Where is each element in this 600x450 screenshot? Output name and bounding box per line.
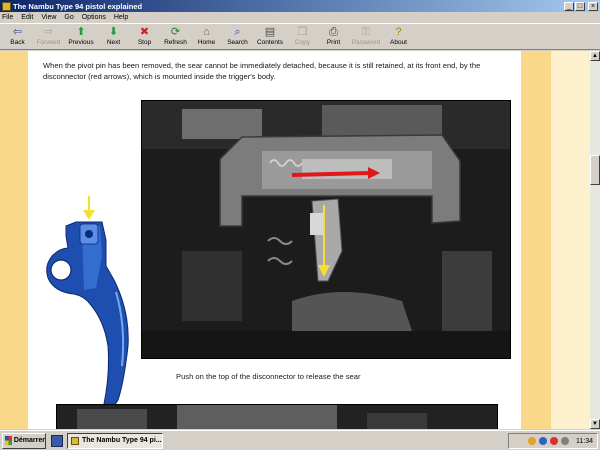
taskbar: Démarrer The Nambu Type 94 pi... 11:34 [0,430,600,450]
help-book-icon [71,436,79,445]
scroll-thumb[interactable] [590,155,600,185]
stop-button[interactable]: ✖ Stop [129,24,160,50]
window-title: The Nambu Type 94 pistol explained [13,1,143,11]
forward-label: Forward [36,39,61,46]
minimize-button[interactable]: _ [564,1,574,11]
print-label: Print [326,39,341,46]
menu-help[interactable]: Help [114,14,128,21]
start-button[interactable]: Démarrer [2,432,46,449]
forward-arrow-icon: ⇨ [43,26,54,38]
home-icon: ⌂ [203,26,210,38]
tray-volume-icon[interactable] [561,437,569,445]
clock: 11:34 [576,437,593,445]
start-label: Démarrer [13,437,45,444]
previous-button[interactable]: ⬆ Previous [64,24,98,50]
print-button[interactable]: ⎙ Print [318,24,349,50]
menu-bar: File Edit View Go Options Help [0,12,600,23]
stop-icon: ✖ [139,26,150,38]
quick-launch-icon[interactable] [51,434,63,447]
left-decor-strip [0,51,28,429]
stop-label: Stop [137,39,152,46]
menu-file[interactable]: File [2,14,13,21]
key-icon: ⚿ [361,26,371,38]
disconnector-photo [141,100,511,359]
up-arrow-icon: ⬆ [76,26,86,38]
copy-icon: ❐ [297,26,308,38]
app-icon [2,1,11,11]
copy-label: Copy [294,39,311,46]
photo-caption: Push on the top of the disconnector to r… [176,372,361,381]
taskbar-window-button[interactable]: The Nambu Type 94 pi... [67,432,163,449]
print-icon: ⎙ [329,26,338,38]
previous-label: Previous [68,39,94,46]
menu-options[interactable]: Options [82,14,106,21]
back-arrow-icon: ⇦ [12,26,23,38]
tray-icon-3[interactable] [550,437,558,445]
back-button[interactable]: ⇦ Back [2,24,33,50]
refresh-label: Refresh [164,39,187,46]
tray-icon-2[interactable] [539,437,547,445]
search-button[interactable]: ⌕ Search [222,24,253,50]
scroll-up-arrow-icon[interactable]: ▲ [590,51,600,61]
about-icon: ? [395,26,402,38]
photo-illustration [142,101,510,358]
windows-flag-icon [5,436,12,445]
tray-icon-1[interactable] [528,437,536,445]
next-button[interactable]: ⬇ Next [98,24,129,50]
copy-button[interactable]: ❐ Copy [287,24,318,50]
home-label: Home [197,39,216,46]
back-label: Back [10,39,25,46]
close-button[interactable]: × [588,1,598,11]
down-arrow-icon: ⬇ [108,26,119,38]
password-button[interactable]: ⚿ Password [349,24,383,50]
right-decor-strip [521,51,551,429]
trigger-diagram [46,196,129,409]
contents-label: Contents [256,39,284,46]
scroll-down-arrow-icon[interactable]: ▼ [590,419,600,429]
next-photo [56,404,498,429]
right-pale-strip [551,51,590,429]
contents-button[interactable]: ▤ Contents [253,24,287,50]
search-icon: ⌕ [234,26,241,38]
menu-view[interactable]: View [41,14,56,21]
menu-go[interactable]: Go [64,14,73,21]
vertical-scrollbar[interactable]: ▲ ▼ [590,51,600,429]
refresh-button[interactable]: ⟳ Refresh [160,24,191,50]
contents-icon: ▤ [264,26,276,38]
explanation-paragraph: When the pivot pin has been removed, the… [43,61,481,81]
password-label: Password [351,39,381,46]
menu-edit[interactable]: Edit [21,14,33,21]
search-label: Search [227,39,248,46]
about-label: About [390,39,407,46]
window-title-bar[interactable]: The Nambu Type 94 pistol explained _ □ × [0,0,600,12]
next-label: Next [106,39,121,46]
next-photo-illustration [57,405,497,429]
system-tray: 11:34 [508,433,598,449]
page-content: When the pivot pin has been removed, the… [0,51,590,429]
forward-button[interactable]: ⇨ Forward [33,24,64,50]
about-button[interactable]: ? About [383,24,414,50]
refresh-icon: ⟳ [170,26,181,38]
home-button[interactable]: ⌂ Home [191,24,222,50]
toolbar: ⇦ Back ⇨ Forward ⬆ Previous ⬇ Next ✖ Stop ⟳ Refresh… [0,23,600,50]
taskbar-window-label: The Nambu Type 94 pi... [82,437,162,444]
maximize-button[interactable]: □ [575,1,585,11]
